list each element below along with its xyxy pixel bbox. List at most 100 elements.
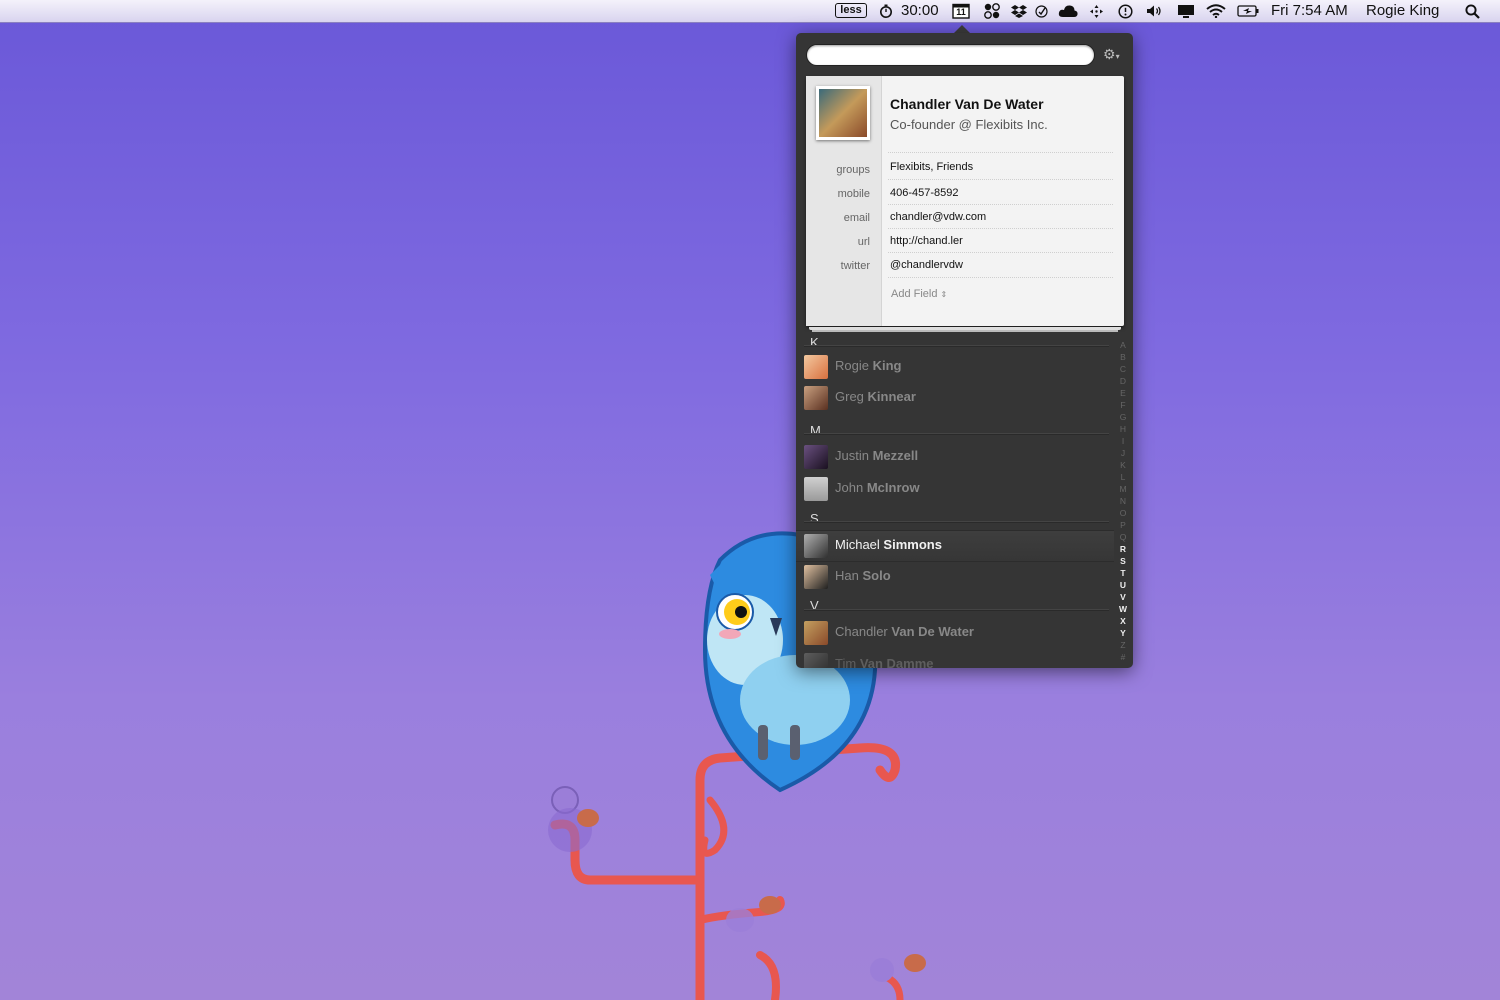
- avatar: [804, 445, 828, 469]
- contact-first-name: Michael: [835, 537, 880, 552]
- contact-avatar[interactable]: [816, 86, 870, 140]
- index-letter[interactable]: U: [1116, 579, 1130, 591]
- field-label-url: url: [857, 236, 870, 248]
- field-label-mobile: mobile: [837, 188, 870, 200]
- index-letter[interactable]: Y: [1116, 627, 1130, 639]
- index-letter[interactable]: L: [1116, 471, 1130, 483]
- index-letter[interactable]: E: [1116, 387, 1130, 399]
- up-down-arrows-icon: ⇕: [940, 290, 948, 299]
- contact-row[interactable]: Tim Van Damme: [796, 650, 1114, 668]
- avatar: [804, 653, 828, 668]
- contact-row-selected[interactable]: Michael Simmons: [796, 530, 1114, 562]
- avatar-placeholder: [804, 477, 828, 501]
- menubar-user-name[interactable]: Rogie King: [1366, 0, 1439, 22]
- index-letter[interactable]: F: [1116, 399, 1130, 411]
- index-letter[interactable]: C: [1116, 363, 1130, 375]
- contact-first-name: Han: [835, 568, 859, 583]
- index-letter[interactable]: B: [1116, 351, 1130, 363]
- index-letter[interactable]: W: [1116, 603, 1130, 615]
- index-letter[interactable]: Z: [1116, 639, 1130, 651]
- index-letter[interactable]: #: [1116, 651, 1130, 663]
- gear-menu-button[interactable]: ⚙▾: [1103, 45, 1125, 63]
- field-label-twitter: twitter: [840, 260, 870, 272]
- index-letter[interactable]: Q: [1116, 531, 1130, 543]
- spotlight-icon[interactable]: [1463, 3, 1481, 19]
- search-input[interactable]: [806, 44, 1095, 66]
- calendar-icon[interactable]: 11: [952, 3, 970, 19]
- contact-last-name: Van Damme: [859, 656, 934, 668]
- field-divider: [888, 179, 1113, 180]
- alphabet-index[interactable]: A B C D E F G H I J K L M N O P Q R S T U V W X Y Z #: [1116, 339, 1130, 668]
- stopwatch-icon[interactable]: [878, 3, 894, 19]
- index-letter[interactable]: D: [1116, 375, 1130, 387]
- index-letter[interactable]: I: [1116, 435, 1130, 447]
- section-divider: [804, 433, 1109, 435]
- index-letter[interactable]: S: [1116, 555, 1130, 567]
- section-divider: [804, 609, 1109, 611]
- index-letter[interactable]: R: [1116, 543, 1130, 555]
- contact-last-name: King: [872, 358, 902, 373]
- field-divider: [888, 252, 1113, 253]
- field-label-groups: groups: [836, 164, 870, 176]
- contact-last-name: McInrow: [866, 480, 920, 495]
- field-divider: [888, 228, 1113, 229]
- timer-text[interactable]: 30:00: [901, 0, 939, 22]
- contact-last-name: Mezzell: [872, 448, 919, 463]
- field-divider: [888, 277, 1113, 278]
- index-letter[interactable]: H: [1116, 423, 1130, 435]
- index-letter[interactable]: G: [1116, 411, 1130, 423]
- display-icon[interactable]: [1176, 3, 1196, 19]
- battery-icon[interactable]: [1236, 3, 1260, 19]
- contact-row[interactable]: Chandler Van De Water: [796, 618, 1114, 648]
- index-letter[interactable]: X: [1116, 615, 1130, 627]
- wifi-icon[interactable]: [1205, 3, 1227, 19]
- field-value-twitter[interactable]: @chandlervdw: [890, 259, 963, 271]
- index-letter[interactable]: V: [1116, 591, 1130, 603]
- index-letter[interactable]: T: [1116, 567, 1130, 579]
- contact-row[interactable]: John McInrow: [796, 474, 1114, 504]
- field-value-mobile[interactable]: 406-457-8592: [890, 187, 959, 199]
- index-letter[interactable]: N: [1116, 495, 1130, 507]
- contact-row[interactable]: Rogie King: [796, 352, 1114, 382]
- contact-last-name: Simmons: [883, 537, 942, 552]
- grid-apps-icon[interactable]: [983, 3, 1001, 19]
- contact-first-name: Justin: [835, 448, 869, 463]
- contact-row[interactable]: Justin Mezzell: [796, 442, 1114, 472]
- index-letter[interactable]: M: [1116, 483, 1130, 495]
- index-letter[interactable]: A: [1116, 339, 1130, 351]
- contact-name[interactable]: Chandler Van De Water: [890, 96, 1044, 112]
- section-header-s: S: [810, 511, 819, 526]
- avatar: [804, 565, 828, 589]
- index-letter[interactable]: P: [1116, 519, 1130, 531]
- section-divider: [804, 521, 1109, 523]
- checkmark-icon[interactable]: [1034, 3, 1048, 19]
- gear-icon: ⚙: [1103, 46, 1116, 62]
- field-value-email[interactable]: chandler@vdw.com: [890, 211, 986, 223]
- contacts-popover: ⚙▾ Chandler Van De Water Co-founder @ Fl…: [796, 33, 1133, 668]
- field-divider: [888, 152, 1113, 153]
- contact-title[interactable]: Co-founder @ Flexibits Inc.: [890, 117, 1048, 132]
- dropbox-icon[interactable]: [1010, 3, 1028, 19]
- menu-bar: less 30:00 11 Fri 7:54 AM Rogie King: [0, 0, 1500, 23]
- index-letter[interactable]: K: [1116, 459, 1130, 471]
- cloud-icon[interactable]: [1057, 3, 1079, 19]
- contact-last-name: Van De Water: [891, 624, 974, 639]
- avatar: [804, 534, 828, 558]
- contact-first-name: Greg: [835, 389, 864, 404]
- section-header-m: M: [810, 423, 821, 438]
- move-icon[interactable]: [1089, 3, 1103, 19]
- index-letter[interactable]: J: [1116, 447, 1130, 459]
- contact-row[interactable]: Han Solo: [796, 562, 1114, 592]
- contact-first-name: John: [835, 480, 864, 495]
- time-machine-icon[interactable]: [1117, 3, 1133, 19]
- less-app-badge[interactable]: less: [835, 3, 867, 18]
- volume-icon[interactable]: [1145, 3, 1163, 19]
- field-value-url[interactable]: http://chand.ler: [890, 235, 963, 247]
- field-value-groups[interactable]: Flexibits, Friends: [890, 161, 973, 173]
- contact-first-name: Rogie: [835, 358, 869, 373]
- index-letter[interactable]: O: [1116, 507, 1130, 519]
- contact-row[interactable]: Greg Kinnear: [796, 383, 1114, 413]
- field-divider: [888, 204, 1113, 205]
- menubar-clock[interactable]: Fri 7:54 AM: [1271, 0, 1348, 22]
- add-field-button[interactable]: Add Field ⇕: [891, 288, 947, 300]
